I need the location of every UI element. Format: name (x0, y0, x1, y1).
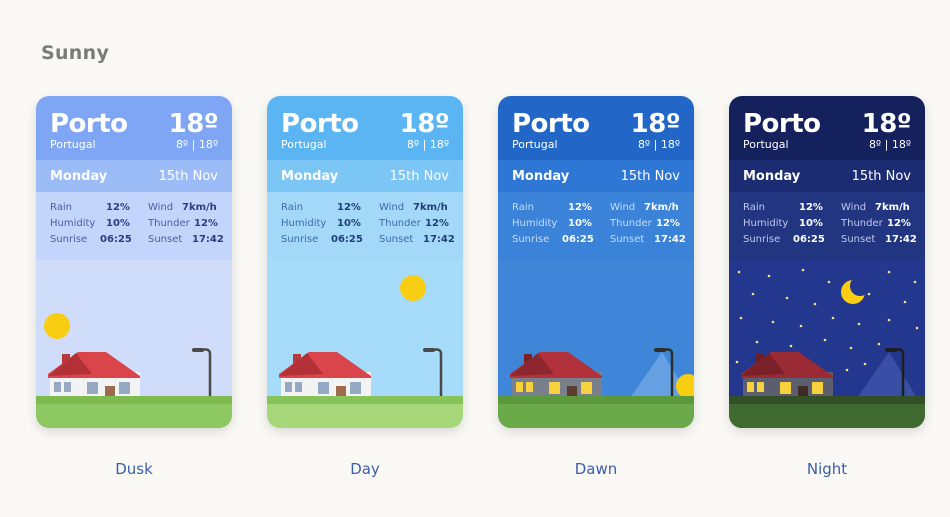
temperature-range: 8º | 18º (175, 138, 218, 151)
sunset-value: 17:42 (192, 234, 224, 245)
wind-label: Wind (379, 202, 405, 213)
sunset-value: 17:42 (885, 234, 917, 245)
day-name: Monday (50, 169, 108, 184)
sunrise-value: 06:25 (562, 234, 594, 245)
caption-day: Day (350, 460, 380, 478)
stats-panel: Rain 12% Humidity 10% Sunrise 06:25 Wind… (36, 192, 232, 260)
sunrise-label: Sunrise (50, 234, 88, 245)
card-header: Porto Portugal 18º 8º | 18º (729, 96, 925, 160)
city-name: Porto (743, 109, 821, 139)
sunrise-value: 06:25 (100, 234, 132, 245)
country-name: Portugal (50, 138, 96, 151)
sunset-value: 17:42 (654, 234, 686, 245)
scene (267, 260, 463, 428)
temperature-range: 8º | 18º (868, 138, 911, 151)
humidity-value: 10% (337, 218, 361, 229)
humidity-label: Humidity (281, 218, 327, 229)
city-name: Porto (281, 109, 359, 139)
date: 15th Nov (620, 169, 680, 184)
sunset-label: Sunset (379, 234, 414, 245)
humidity-label: Humidity (512, 218, 558, 229)
country-name: Portugal (512, 138, 558, 151)
rain-value: 12% (337, 202, 361, 213)
rain-label: Rain (50, 202, 72, 213)
stats-panel: Rain 12% Humidity 10% Sunrise 06:25 Wind… (729, 192, 925, 260)
weather-card-dawn[interactable]: Porto Portugal 18º 8º | 18º Monday 15th … (498, 96, 694, 428)
temperature: 18º (861, 109, 912, 139)
sunset-label: Sunset (841, 234, 876, 245)
thunder-label: Thunder (841, 218, 883, 229)
day-name: Monday (512, 169, 570, 184)
humidity-value: 10% (568, 218, 592, 229)
weather-card-day[interactable]: Porto Portugal 18º 8º | 18º Monday 15th … (267, 96, 463, 428)
humidity-value: 10% (799, 218, 823, 229)
stats-panel: Rain 12% Humidity 10% Sunrise 06:25 Wind… (267, 192, 463, 260)
city-name: Porto (50, 109, 128, 139)
rain-value: 12% (799, 202, 823, 213)
card-header: Porto Portugal 18º 8º | 18º (267, 96, 463, 160)
stats-panel: Rain 12% Humidity 10% Sunrise 06:25 Wind… (498, 192, 694, 260)
day-bar: Monday 15th Nov (498, 160, 694, 192)
temperature: 18º (399, 109, 450, 139)
day-name: Monday (743, 169, 801, 184)
date: 15th Nov (851, 169, 911, 184)
rain-label: Rain (512, 202, 534, 213)
temperature: 18º (168, 109, 219, 139)
caption-dusk: Dusk (115, 460, 153, 478)
humidity-value: 10% (106, 218, 130, 229)
sun-icon (400, 275, 426, 301)
sunset-value: 17:42 (423, 234, 455, 245)
thunder-label: Thunder (610, 218, 652, 229)
city-name: Porto (512, 109, 590, 139)
thunder-label: Thunder (148, 218, 190, 229)
temperature-range: 8º | 18º (637, 138, 680, 151)
card-header: Porto Portugal 18º 8º | 18º (36, 96, 232, 160)
day-bar: Monday 15th Nov (36, 160, 232, 192)
thunder-value: 12% (425, 218, 449, 229)
day-name: Monday (281, 169, 339, 184)
sunrise-value: 06:25 (331, 234, 363, 245)
page-title: Sunny (41, 42, 110, 64)
day-bar: Monday 15th Nov (267, 160, 463, 192)
thunder-value: 12% (656, 218, 680, 229)
scene (498, 260, 694, 428)
wind-value: 7km/h (182, 202, 217, 213)
wind-value: 7km/h (413, 202, 448, 213)
sunset-label: Sunset (610, 234, 645, 245)
wind-label: Wind (610, 202, 636, 213)
card-header: Porto Portugal 18º 8º | 18º (498, 96, 694, 160)
temperature-range: 8º | 18º (406, 138, 449, 151)
wind-label: Wind (841, 202, 867, 213)
thunder-label: Thunder (379, 218, 421, 229)
country-name: Portugal (743, 138, 789, 151)
humidity-label: Humidity (743, 218, 789, 229)
date: 15th Nov (158, 169, 218, 184)
country-name: Portugal (281, 138, 327, 151)
caption-dawn: Dawn (574, 460, 618, 478)
date: 15th Nov (389, 169, 449, 184)
sunset-label: Sunset (148, 234, 183, 245)
weather-card-dusk[interactable]: Porto Portugal 18º 8º | 18º Monday 15th … (36, 96, 232, 428)
weather-card-night[interactable]: Porto Portugal 18º 8º | 18º Monday 15th … (729, 96, 925, 428)
thunder-value: 12% (887, 218, 911, 229)
rain-label: Rain (281, 202, 303, 213)
wind-value: 7km/h (875, 202, 910, 213)
day-bar: Monday 15th Nov (729, 160, 925, 192)
sunrise-label: Sunrise (743, 234, 781, 245)
wind-value: 7km/h (644, 202, 679, 213)
humidity-label: Humidity (50, 218, 96, 229)
scene (729, 260, 925, 428)
sun-icon (44, 313, 70, 339)
wind-label: Wind (148, 202, 174, 213)
caption-night: Night (806, 460, 848, 478)
rain-value: 12% (106, 202, 130, 213)
sunrise-value: 06:25 (793, 234, 825, 245)
sunrise-label: Sunrise (281, 234, 319, 245)
temperature: 18º (630, 109, 681, 139)
sunrise-label: Sunrise (512, 234, 550, 245)
thunder-value: 12% (194, 218, 218, 229)
rain-label: Rain (743, 202, 765, 213)
rain-value: 12% (568, 202, 592, 213)
scene (36, 260, 232, 428)
